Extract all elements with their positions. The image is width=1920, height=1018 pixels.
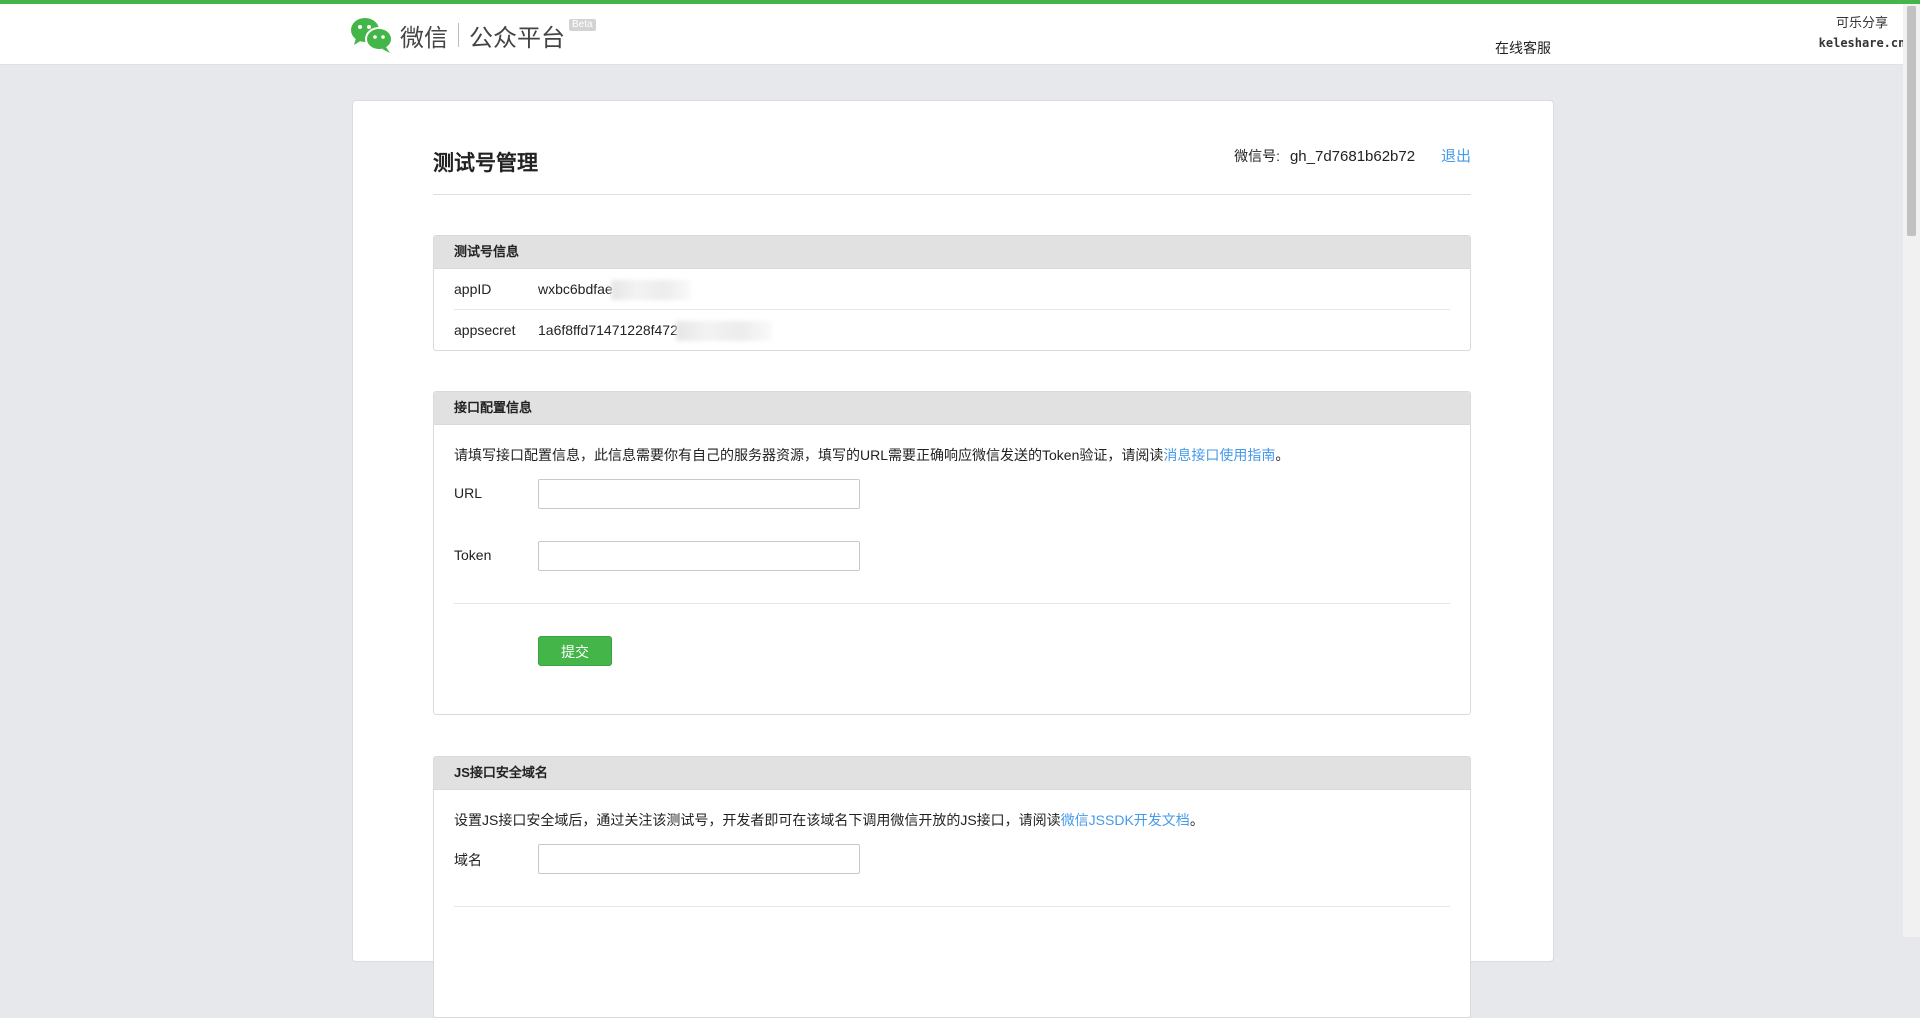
- form-divider: [454, 906, 1450, 907]
- js-domain-panel: JS接口安全域名 设置JS接口安全域后，通过关注该测试号，开发者即可在该域名下调…: [433, 756, 1471, 1018]
- test-info-panel: 测试号信息 appID wxbc6bdfae appsecret 1a6f8ffd7…: [433, 235, 1471, 351]
- appsecret-row: appsecret 1a6f8ffd71471228f472: [454, 310, 1450, 350]
- redacted-blur: [610, 280, 691, 301]
- jssdk-doc-link[interactable]: 微信JSSDK开发文档: [1061, 812, 1190, 828]
- token-row: Token: [454, 541, 1450, 573]
- interface-config-title: 接口配置信息: [434, 392, 1470, 425]
- watermark: 可乐分享 keleshare.cn: [1812, 4, 1912, 62]
- main-card: 测试号管理 微信号: gh_7d7681b62b72 退出 测试号信息 appI…: [352, 100, 1554, 1018]
- url-input[interactable]: [538, 479, 860, 509]
- online-service-link[interactable]: 在线客服: [1495, 38, 1551, 58]
- logo-text-main: 微信: [400, 23, 448, 52]
- top-header: 微信 公众平台 Beta 在线客服: [0, 4, 1920, 65]
- token-input[interactable]: [538, 541, 860, 571]
- logo-text-sub: 公众平台: [469, 23, 565, 52]
- submit-button[interactable]: 提交: [538, 636, 612, 666]
- account-label: 微信号:: [1234, 148, 1281, 164]
- url-row: URL: [454, 479, 1450, 511]
- appid-label: appID: [454, 281, 492, 297]
- redacted-blur: [675, 321, 772, 342]
- js-domain-description: 设置JS接口安全域后，通过关注该测试号，开发者即可在该域名下调用微信开放的JS接…: [454, 810, 1450, 830]
- watermark-line-2: keleshare.cn: [1818, 36, 1906, 50]
- appsecret-value: 1a6f8ffd71471228f472: [538, 322, 678, 338]
- appid-row: appID wxbc6bdfae: [454, 269, 1450, 310]
- watermark-line-1: 可乐分享: [1835, 15, 1888, 30]
- description-text: 请填写接口配置信息，此信息需要你有自己的服务器资源，填写的URL需要正确响应微信…: [454, 447, 1164, 463]
- beta-badge: Beta: [569, 19, 596, 31]
- wechat-logo[interactable]: 微信 公众平台 Beta: [350, 14, 596, 56]
- scrollbar-thumb[interactable]: [1907, 6, 1916, 236]
- url-label: URL: [454, 485, 483, 501]
- appsecret-label: appsecret: [454, 322, 516, 338]
- interface-config-description: 请填写接口配置信息，此信息需要你有自己的服务器资源，填写的URL需要正确响应微信…: [454, 445, 1450, 465]
- description-end: 。: [1189, 812, 1204, 828]
- test-info-title: 测试号信息: [434, 236, 1470, 269]
- description-end: 。: [1275, 447, 1290, 463]
- wechat-icon: [350, 16, 394, 54]
- form-divider: [454, 603, 1450, 604]
- page-header: 测试号管理 微信号: gh_7d7681b62b72 退出: [433, 139, 1471, 195]
- page-title: 测试号管理: [433, 152, 538, 175]
- account-id: gh_7d7681b62b72: [1289, 148, 1416, 165]
- domain-row: 域名: [454, 844, 1450, 876]
- description-text: 设置JS接口安全域后，通过关注该测试号，开发者即可在该域名下调用微信开放的JS接…: [454, 812, 1061, 828]
- logo-separator: [458, 23, 459, 47]
- appid-value: wxbc6bdfae: [538, 281, 613, 297]
- page-scrollbar[interactable]: [1903, 4, 1920, 937]
- logout-link[interactable]: 退出: [1441, 148, 1471, 165]
- domain-input[interactable]: [538, 844, 860, 874]
- account-info: 微信号: gh_7d7681b62b72 退出: [1234, 145, 1471, 166]
- token-label: Token: [454, 547, 492, 563]
- js-domain-title: JS接口安全域名: [434, 757, 1470, 790]
- domain-label: 域名: [454, 852, 482, 868]
- interface-config-panel: 接口配置信息 请填写接口配置信息，此信息需要你有自己的服务器资源，填写的URL需…: [433, 391, 1471, 715]
- message-guide-link[interactable]: 消息接口使用指南: [1163, 447, 1275, 463]
